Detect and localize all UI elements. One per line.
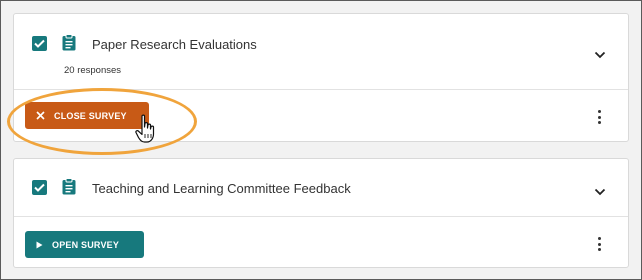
screenshot-frame: Paper Research Evaluations 20 responses … <box>0 0 642 280</box>
clipboard-icon <box>62 178 76 195</box>
chevron-down-icon[interactable] <box>594 46 606 59</box>
checkbox-checked-icon[interactable] <box>32 180 47 195</box>
survey-card-actions: CLOSE SURVEY <box>14 89 628 141</box>
close-icon <box>36 111 45 120</box>
survey-card: Teaching and Learning Committee Feedback… <box>13 158 629 268</box>
open-survey-label: OPEN SURVEY <box>52 239 120 250</box>
survey-title: Paper Research Evaluations <box>92 37 257 52</box>
survey-card-header[interactable]: Paper Research Evaluations 20 responses <box>14 14 628 89</box>
open-survey-button[interactable]: OPEN SURVEY <box>25 231 144 258</box>
chevron-down-icon[interactable] <box>594 183 606 196</box>
survey-card-header[interactable]: Teaching and Learning Committee Feedback <box>14 159 628 216</box>
survey-response-count: 20 responses <box>64 65 122 76</box>
survey-card-actions: OPEN SURVEY <box>14 216 628 267</box>
hand-pointer-cursor <box>135 114 157 144</box>
survey-title: Teaching and Learning Committee Feedback <box>92 181 351 196</box>
kebab-menu-icon[interactable] <box>598 237 602 251</box>
kebab-menu-icon[interactable] <box>598 110 602 124</box>
clipboard-icon <box>62 34 76 51</box>
play-icon <box>36 241 43 249</box>
checkbox-checked-icon[interactable] <box>32 36 47 51</box>
survey-card: Paper Research Evaluations 20 responses … <box>13 13 629 142</box>
close-survey-button[interactable]: CLOSE SURVEY <box>25 102 149 129</box>
close-survey-label: CLOSE SURVEY <box>54 110 127 121</box>
